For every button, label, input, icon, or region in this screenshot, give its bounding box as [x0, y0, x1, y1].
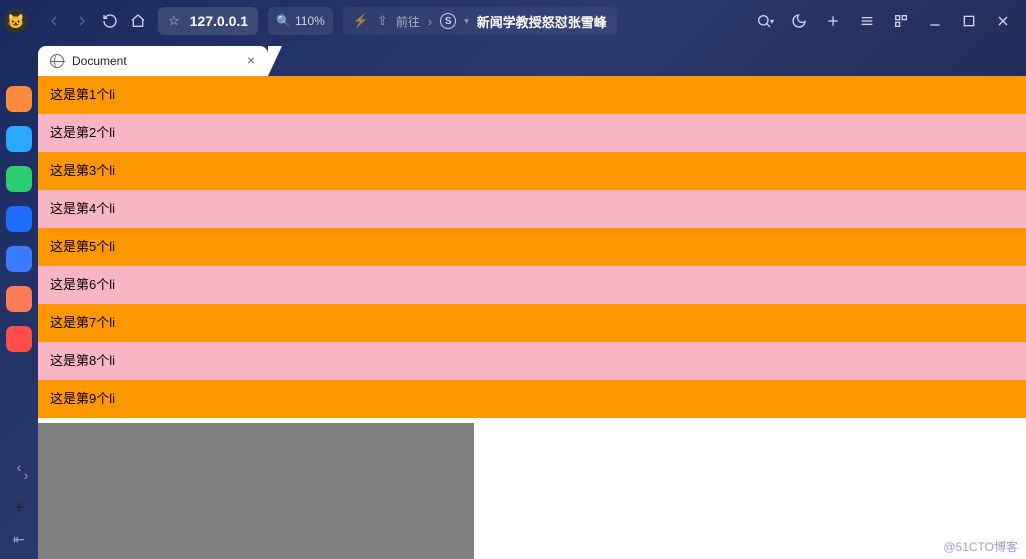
zoom-indicator[interactable]: 🔍 110% [268, 7, 333, 35]
tab-close-button[interactable]: × [244, 53, 258, 67]
star-icon[interactable]: ☆ [168, 13, 180, 29]
reload-button[interactable] [98, 9, 122, 33]
zoom-value: 110% [295, 14, 325, 28]
share-icon: ⇪ [377, 13, 388, 29]
dock-app-4[interactable] [6, 246, 32, 272]
night-mode-button[interactable] [788, 10, 810, 32]
list-item: 这是第9个li [38, 380, 1026, 418]
list-item: 这是第4个li [38, 190, 1026, 228]
browser-toolbar: 😺 ☆ 127.0.0.1 🔍 110% ⚡ ⇪ 前往 › S ▾ 新闻学教授怒… [0, 0, 1026, 42]
striped-list: 这是第1个li这是第2个li这是第3个li这是第4个li这是第5个li这是第6个… [38, 76, 1026, 418]
dock-add-button[interactable]: + [9, 497, 29, 517]
search-button[interactable]: ▾ [754, 10, 776, 32]
tab-title: Document [72, 54, 127, 68]
new-tab-button[interactable] [822, 10, 844, 32]
maximize-button[interactable] [958, 10, 980, 32]
list-item: 这是第6个li [38, 266, 1026, 304]
watermark-text: @51CTO博客 [943, 538, 1018, 555]
zoom-icon: 🔍 [276, 14, 291, 28]
window-controls: ▾ [754, 10, 1020, 32]
list-item: 这是第3个li [38, 152, 1026, 190]
goto-label: 前往 [396, 13, 420, 30]
news-headline: 新闻学教授怒怼张雪峰 [477, 12, 607, 31]
minimize-button[interactable] [924, 10, 946, 32]
chevron-right-icon: › [428, 14, 432, 29]
dock-app-5[interactable] [6, 286, 32, 312]
menu-button[interactable] [856, 10, 878, 32]
side-dock: ‹ › + ⇤ [0, 42, 38, 559]
list-item: 这是第8个li [38, 342, 1026, 380]
address-bar[interactable]: ☆ 127.0.0.1 [158, 7, 258, 35]
extensions-button[interactable] [890, 10, 912, 32]
list-item: 这是第2个li [38, 114, 1026, 152]
globe-icon [50, 54, 64, 68]
dock-nav-right[interactable]: › [16, 465, 36, 485]
back-button[interactable] [42, 9, 66, 33]
dock-app-3[interactable] [6, 206, 32, 232]
list-item: 这是第7个li [38, 304, 1026, 342]
list-item: 这是第1个li [38, 76, 1026, 114]
dock-app-2[interactable] [6, 166, 32, 192]
news-box[interactable]: ⚡ ⇪ 前往 › S ▾ 新闻学教授怒怼张雪峰 [343, 7, 617, 35]
tab-document[interactable]: Document × [38, 46, 268, 76]
dock-app-1[interactable] [6, 126, 32, 152]
close-window-button[interactable] [992, 10, 1014, 32]
gray-box [38, 423, 474, 559]
forward-button[interactable] [70, 9, 94, 33]
url-text: 127.0.0.1 [190, 13, 248, 29]
tab-strip: Document × [38, 42, 1026, 76]
home-button[interactable] [126, 9, 150, 33]
dock-collapse-button[interactable]: ⇤ [9, 529, 29, 549]
dropdown-icon[interactable]: ▾ [464, 16, 469, 27]
flash-icon: ⚡ [353, 13, 369, 29]
sogou-icon: S [440, 13, 456, 29]
dock-app-0[interactable] [6, 86, 32, 112]
profile-avatar[interactable]: 😺 [4, 9, 28, 33]
page-content: 这是第1个li这是第2个li这是第3个li这是第4个li这是第5个li这是第6个… [38, 76, 1026, 559]
dock-app-6[interactable] [6, 326, 32, 352]
list-item: 这是第5个li [38, 228, 1026, 266]
